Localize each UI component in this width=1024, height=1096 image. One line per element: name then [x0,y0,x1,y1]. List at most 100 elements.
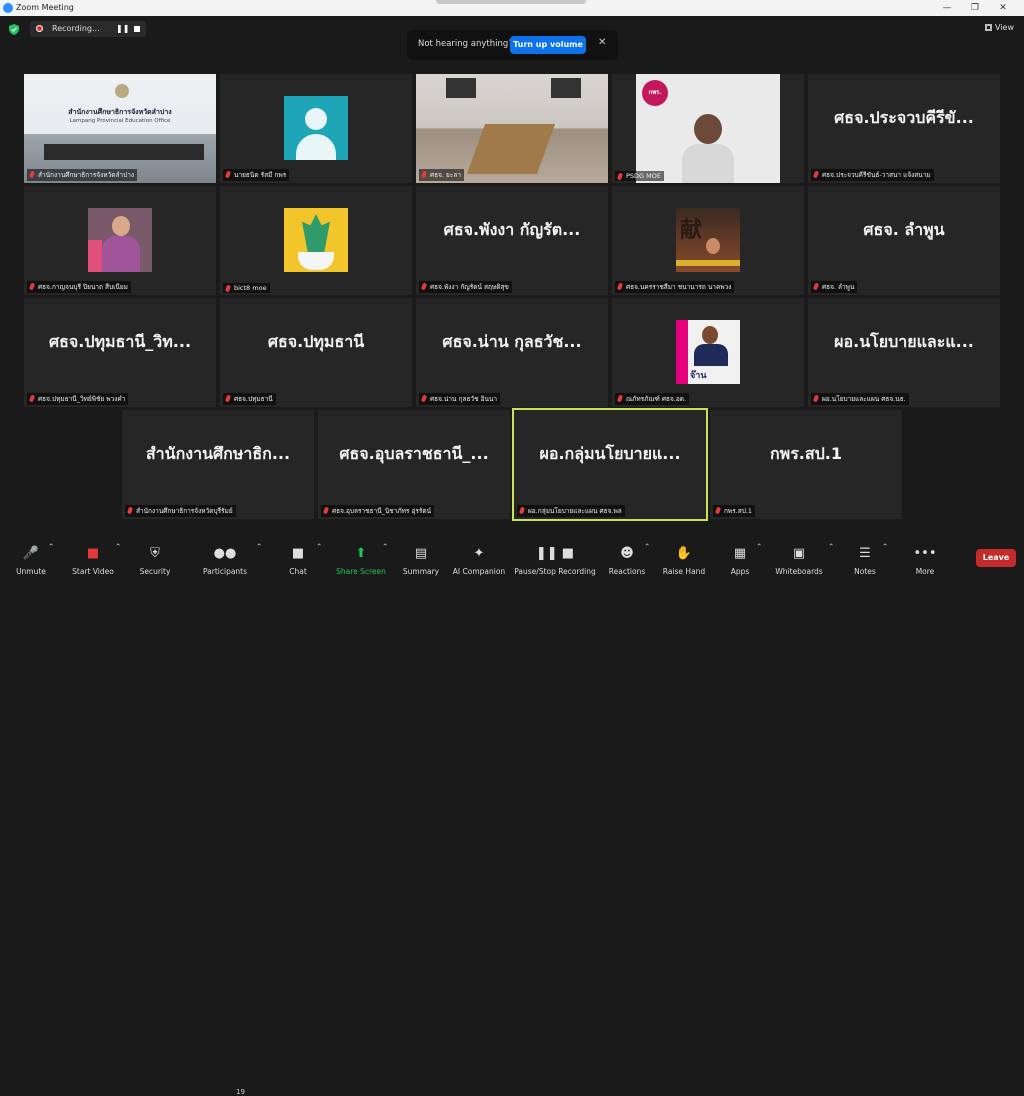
video-tile[interactable]: สำนักงานศึกษาธิการจังหวัดลำปาง Lampang P… [24,74,216,183]
chevron-up-icon[interactable]: ⌃ [828,542,834,576]
camera-feed: กพร. [636,74,780,183]
notes-button[interactable]: ☰ Notes [848,542,882,576]
active-speaker-tile[interactable]: ผอ.กลุ่มนโยบายแ... ผอ.กลุ่มนโยบายและแผน … [512,408,708,521]
start-video-button[interactable]: ■ Start Video [68,542,118,576]
video-tile[interactable]: ศธจ.ประจวบคีรีขั... ศธจ.ประจวบคีรีขันธ์-… [808,74,1000,183]
participant-display-name: ศธจ.น่าน กุลธวัช... [442,331,582,351]
participants-button[interactable]: ●● Participants [198,542,252,576]
tv-screen [446,78,476,98]
chevron-up-icon[interactable]: ⌃ [115,542,121,576]
toolbar-label: Reactions [608,567,646,576]
video-tile[interactable]: กพร. PSDG MOE [612,74,804,183]
participant-name: ศธจ. ลำพูน [811,281,858,293]
leave-button[interactable]: Leave [976,549,1016,567]
raise-hand-button[interactable]: ✋ Raise Hand [660,542,708,576]
view-button[interactable]: View [985,23,1014,32]
chat-button[interactable]: ■ Chat [281,542,315,576]
meeting-toolbar: 🎤 Unmute ⌃ ■ Start Video ⌃ ⛨ Security ●●… [0,542,1024,1096]
audio-notice-text: Not hearing anything? [418,39,513,49]
avatar [284,96,348,160]
video-tile[interactable]: ผอ.นโยบายและแ... ผอ.นโยบายและแผน ศธจ.นธ. [808,298,1000,407]
chairs-row [44,144,204,160]
video-tile[interactable]: ศธจ.กาญจนบุรี ปิยนาถ สืบเนียม [24,186,216,295]
encryption-shield-icon[interactable] [9,24,19,35]
office-sign-english: Lampang Provincial Education Office [69,118,171,124]
toolbar-label: Pause/Stop Recording [514,567,596,576]
close-icon[interactable]: ✕ [990,1,1016,15]
emblem-icon [115,84,129,98]
video-tile[interactable]: สำนักงานศึกษาธิก... สำนักงานศึกษาธิการจั… [122,410,314,519]
video-tile[interactable]: ศธจ.ปทุมธานี ศธจ.ปทุมธานี [220,298,412,407]
video-tile[interactable]: ศธจ.พังงา กัญรัต... ศธจ.พังงา กัญรัตน์ ส… [416,186,608,295]
window-drag-handle[interactable] [436,0,586,4]
participant-name: ศธจ.กาญจนบุรี ปิยนาถ สืบเนียม [27,281,131,293]
participant-name: ศธจ.พังงา กัญรัตน์ สฤษดิสุข [419,281,512,293]
participant-name: นายธนิต รัสมี กพร [223,169,290,181]
more-icon: ••• [913,546,937,561]
avatar [88,208,152,272]
chevron-up-icon[interactable]: ⌃ [644,542,650,576]
more-button[interactable]: ••• More [906,542,944,576]
meeting-area: Recording... ❚❚ Not hearing anything? Tu… [0,16,1024,542]
person-head [694,114,722,144]
share-screen-button[interactable]: ⬆ Share Screen [334,542,388,576]
video-tile[interactable]: bict8 moe [220,186,412,295]
apps-button[interactable]: ▦ Apps [724,542,756,576]
stop-recording-icon[interactable] [134,26,140,32]
participant-display-name: ศธจ. ลำพูน [863,219,945,239]
tv-screen [551,78,581,98]
chevron-up-icon[interactable]: ⌃ [316,542,322,576]
reactions-icon: ☻ [620,546,634,561]
participant-display-name: สำนักงานศึกษาธิก... [145,443,291,463]
minimize-icon[interactable]: — [934,1,960,15]
chevron-up-icon[interactable]: ⌃ [382,542,388,576]
ai-sparkle-icon: ✦ [473,546,485,561]
video-tile[interactable]: ศธจ.ปทุมธานี_วิท... ศธจ.ปทุมธานี_วิทย์พิ… [24,298,216,407]
participant-display-name: ผอ.กลุ่มนโยบายแ... [539,443,681,463]
participant-name: ณภัทรภัณฑ์ ศธจ.อด. [615,393,690,405]
pause-stop-icon: ❚❚ ■ [535,546,575,561]
video-tile[interactable]: 献 ศธจ.นครราชสีมา ชนานารถ นาคพวง [612,186,804,295]
audio-notice-banner: Not hearing anything? Turn up volume ✕ [407,30,618,60]
video-tile[interactable]: กพร.สป.1 กพร.สป.1 [710,410,902,519]
notes-icon: ☰ [859,546,871,561]
video-tile[interactable]: ศธจ.น่าน กุลธวัช... ศธจ.น่าน กุลธวัช อิน… [416,298,608,407]
video-tile[interactable]: นายธนิต รัสมี กพร [220,74,412,183]
participant-name: ศธจ.ปทุมธานี [223,393,276,405]
close-icon[interactable]: ✕ [598,37,606,48]
chevron-up-icon[interactable]: ⌃ [882,542,888,576]
chevron-up-icon[interactable]: ⌃ [48,542,54,576]
participant-count-badge: 19 [236,1088,245,1096]
avatar [284,208,348,272]
pause-stop-recording-button[interactable]: ❚❚ ■ Pause/Stop Recording [512,542,598,576]
toolbar-label: Security [139,567,171,576]
chevron-up-icon[interactable]: ⌃ [756,542,762,576]
avatar: 献 [676,208,740,272]
participant-display-name: ศธจ.ปทุมธานี [267,331,365,351]
meeting-table [466,124,556,174]
toolbar-label: Participants [202,567,248,576]
participant-display-name: ศธจ.อุบลราชธานี_... [339,443,489,463]
summary-button[interactable]: ▤ Summary [400,542,442,576]
video-tile[interactable]: ศธจ. ยะลา [416,74,608,183]
toolbar-label: Raise Hand [662,567,706,576]
pause-recording-icon[interactable]: ❚❚ [116,24,129,33]
video-off-icon: ■ [86,546,100,561]
turn-up-volume-button[interactable]: Turn up volume [510,36,586,54]
ai-companion-button[interactable]: ✦ AI Companion [450,542,508,576]
video-tile[interactable]: จ๊าน ณภัทรภัณฑ์ ศธจ.อด. [612,298,804,407]
hand-icon: ✋ [675,546,693,561]
chevron-up-icon[interactable]: ⌃ [256,542,262,576]
unmute-button[interactable]: 🎤 Unmute [10,542,52,576]
conference-room-image [416,74,608,183]
participant-display-name: ศธจ.ประจวบคีรีขั... [834,107,974,127]
chat-icon: ■ [291,546,305,561]
toolbar-label: Share Screen [336,567,386,576]
video-tile[interactable]: ศธจ.อุบลราชธานี_... ศธจ.อุบลราชธานี_นิชา… [318,410,510,519]
video-tile[interactable]: ศธจ. ลำพูน ศธจ. ลำพูน [808,186,1000,295]
whiteboards-button[interactable]: ▣ Whiteboards [772,542,826,576]
reactions-button[interactable]: ☻ Reactions [606,542,648,576]
restore-icon[interactable]: ❐ [962,1,988,15]
participant-name: กพร.สป.1 [713,505,756,517]
security-button[interactable]: ⛨ Security [133,542,177,576]
